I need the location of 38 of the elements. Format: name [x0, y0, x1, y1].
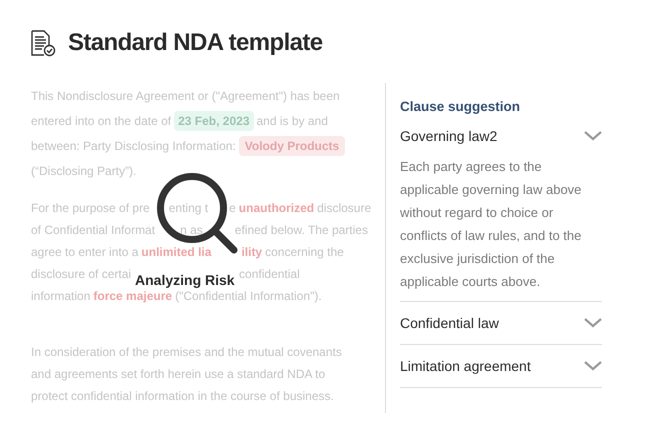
document-text: concerning the	[265, 244, 344, 261]
document-check-icon	[30, 29, 56, 57]
risk-term: force majeure	[93, 288, 172, 305]
risk-term: ility	[241, 244, 262, 261]
risk-term: unlimited lia	[141, 244, 212, 261]
chevron-down-icon	[584, 318, 602, 328]
document-text: agree to enter into a	[31, 244, 138, 261]
clause-header[interactable]: Governing law2	[400, 117, 602, 156]
document-text: between: Party Disclosing Information:	[31, 138, 236, 154]
date-tag: 23 Feb, 2023	[174, 110, 254, 130]
document-text: information	[31, 288, 90, 305]
panel-heading: Clause suggestion	[400, 98, 522, 116]
document-text: For the purpose of pre	[31, 200, 150, 217]
document-text: of Confidential Informat	[31, 222, 156, 239]
page-title: Standard NDA template	[68, 28, 323, 58]
document-text: (“Disclosing Party”).	[31, 162, 136, 180]
document-text: In consideration of the premises and the mutual covenants	[31, 344, 342, 361]
party-tag: Volody Products	[238, 136, 346, 156]
risk-term: unauthorized	[238, 200, 314, 217]
document-text: efined below. The parties	[234, 222, 368, 239]
document-text: e	[229, 200, 236, 217]
document-text: and is by and	[256, 112, 328, 130]
chevron-down-icon	[584, 131, 602, 142]
clause-header[interactable]: Limitation agreement	[400, 345, 602, 388]
clause-text: Each party agrees to the applicable governing law above without regard to choice or conflicts of law rules, and to the exclusive jurisdiction of the applicable courts above.	[400, 158, 582, 292]
document-text: n as	[180, 222, 203, 239]
chevron-down-icon	[584, 361, 602, 372]
document-text: This Nondisclosure Agreement or ("Agreement") has been	[31, 88, 340, 104]
document-text: protect confidential information in the course of business.	[31, 388, 334, 405]
document-text: disclosure	[317, 200, 372, 217]
document-text: disclosure of certai	[31, 266, 132, 283]
document-text: and agreements set forth herein use a standard NDA to	[31, 366, 326, 383]
document-text: confidential	[239, 266, 300, 283]
document-text: ("Confidential Information").	[175, 288, 322, 305]
clause-header[interactable]: Confidential law	[400, 302, 602, 344]
loading-label: Analyzing Risk	[135, 271, 235, 290]
document-text: entered into on the date of	[31, 112, 172, 130]
document-text: enting t	[168, 200, 208, 217]
